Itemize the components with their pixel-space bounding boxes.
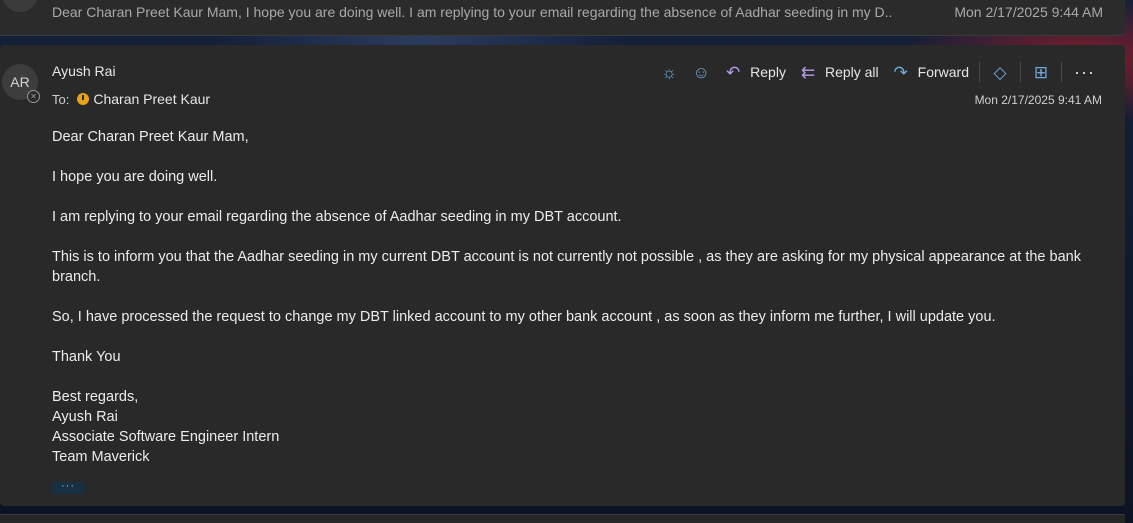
tag-icon: ◇	[993, 62, 1007, 82]
message-toolbar: ☼ ☺ ↶ Reply ⇇ Reply all ↷ Forward ◇ ⊞ ··…	[653, 60, 1103, 84]
recipients-row: To: Charan Preet Kaur	[52, 91, 210, 107]
signature-title: Associate Software Engineer Intern	[52, 429, 280, 445]
show-trimmed-content-button[interactable]: ···	[52, 481, 84, 494]
message-date: Mon 2/17/2025 9:44 AM	[954, 4, 1103, 20]
more-actions-button[interactable]: ···	[1066, 60, 1103, 84]
body-paragraph: I am replying to your email regarding th…	[52, 209, 622, 225]
recipient-name[interactable]: Charan Preet Kaur	[93, 91, 210, 107]
clock-icon	[77, 93, 90, 105]
smiley-icon: ☺	[692, 62, 710, 82]
sender-name[interactable]: Ayush Rai	[52, 63, 116, 79]
greeting: Dear Charan Preet Kaur Mam,	[52, 129, 249, 145]
message-card: AR ✕ Ayush Rai To: Charan Preet Kaur ☼ ☺…	[0, 45, 1125, 506]
forward-button[interactable]: ↷ Forward	[885, 60, 975, 84]
toolbar-divider	[1020, 62, 1022, 82]
more-horizontal-icon: ···	[1074, 61, 1095, 82]
to-label: To:	[52, 91, 70, 107]
body-paragraph: I hope you are doing well.	[52, 169, 218, 185]
apps-button[interactable]: ⊞	[1025, 60, 1057, 84]
message-date: Mon 2/17/2025 9:41 AM	[974, 93, 1102, 107]
next-message-edge	[0, 514, 1125, 523]
apps-grid-icon: ⊞	[1033, 62, 1049, 82]
reply-label: Reply	[750, 64, 786, 80]
reaction-button[interactable]: ☺	[685, 60, 717, 84]
reply-button[interactable]: ↶ Reply	[717, 60, 792, 84]
x-circle-icon: ✕	[27, 90, 40, 103]
forward-label: Forward	[917, 64, 970, 80]
signature-regards: Best regards,	[52, 389, 139, 405]
body-paragraph: So, I have processed the request to chan…	[52, 309, 996, 325]
body-paragraph: Thank You	[52, 349, 121, 365]
toolbar-divider	[979, 62, 981, 82]
signature-name: Ayush Rai	[52, 409, 118, 425]
toolbar-divider	[1061, 62, 1063, 82]
message-snippet: Dear Charan Preet Kaur Mam, I hope you a…	[52, 4, 892, 20]
collapsed-message-card[interactable]: AR Dear Charan Preet Kaur Mam, I hope yo…	[0, 0, 1125, 36]
reply-all-icon: ⇇	[800, 62, 816, 82]
signature-team: Team Maverick	[52, 449, 150, 465]
signature: Best regards, Ayush Rai Associate Softwa…	[52, 387, 1092, 467]
sun-icon: ☼	[661, 62, 677, 82]
message-body: Dear Charan Preet Kaur Mam, I hope you a…	[52, 127, 1092, 467]
body-paragraph: This is to inform you that the Aadhar se…	[52, 249, 1081, 285]
avatar: AR	[2, 0, 38, 12]
forward-icon: ↷	[893, 62, 908, 82]
reply-icon: ↶	[726, 62, 741, 82]
brightness-button[interactable]: ☼	[653, 60, 685, 84]
reply-all-label: Reply all	[824, 64, 879, 80]
reply-all-button[interactable]: ⇇ Reply all	[792, 60, 885, 84]
tag-button[interactable]: ◇	[984, 60, 1016, 84]
